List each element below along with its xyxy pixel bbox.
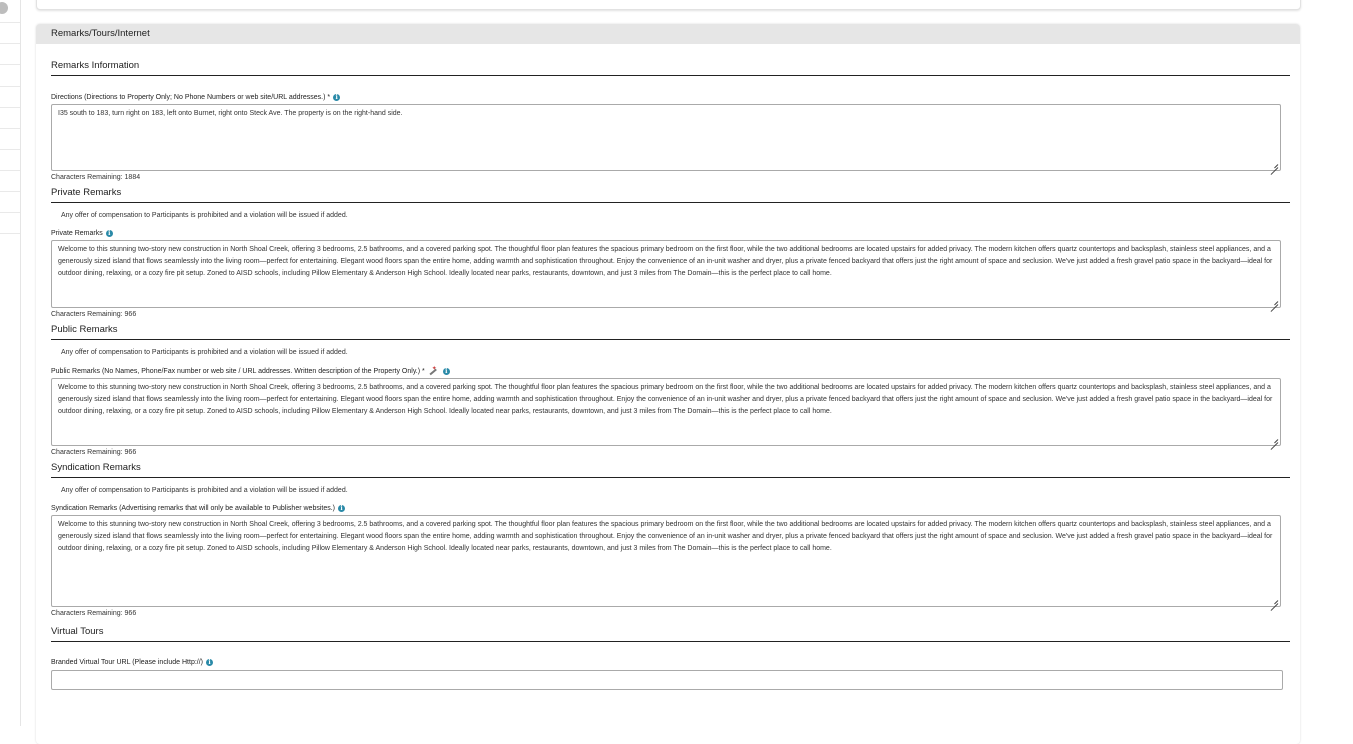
syndication-remarks-text: Welcome to this stunning two-story new c… <box>58 521 1273 552</box>
rail-divider <box>0 22 20 23</box>
syndication-remarks-textarea[interactable]: Welcome to this stunning two-story new c… <box>51 515 1281 607</box>
rail-divider <box>0 170 20 171</box>
section-title-remarks-information: Remarks Information <box>51 44 1290 76</box>
info-icon[interactable]: i <box>338 505 346 512</box>
resize-grip-icon[interactable] <box>1270 435 1278 443</box>
private-remarks-label-text: Private Remarks <box>51 230 103 237</box>
private-remarks-label: Private Remarks i <box>51 230 1290 237</box>
panel-body: Remarks Information Directions (Directio… <box>36 44 1300 690</box>
info-icon[interactable]: i <box>206 659 214 666</box>
section-title-syndication-remarks: Syndication Remarks <box>51 456 1290 478</box>
private-characters-remaining: Characters Remaining: 966 <box>51 311 137 318</box>
previous-panel-card <box>36 0 1301 10</box>
panel-header: Remarks/Tours/Internet <box>36 24 1300 44</box>
rail-divider <box>0 212 20 213</box>
info-icon[interactable]: i <box>333 94 341 101</box>
syndication-characters-remaining: Characters Remaining: 966 <box>51 610 137 617</box>
public-characters-remaining: Characters Remaining: 966 <box>51 449 137 456</box>
info-icon[interactable]: i <box>442 367 450 375</box>
directions-label: Directions (Directions to Property Only;… <box>51 94 1290 101</box>
rail-divider <box>0 149 20 150</box>
public-remarks-text: Welcome to this stunning two-story new c… <box>58 384 1273 415</box>
public-remarks-label: Public Remarks (No Names, Phone/Fax numb… <box>51 365 1290 375</box>
directions-characters-remaining: Characters Remaining: 1884 <box>51 174 141 181</box>
directions-text: I35 south to 183, turn right on 183, lef… <box>58 110 403 117</box>
left-rail <box>0 0 21 726</box>
rail-divider <box>0 64 20 65</box>
resize-grip-icon[interactable] <box>1270 596 1278 604</box>
magic-wand-icon[interactable] <box>428 365 437 375</box>
directions-label-text: Directions (Directions to Property Only;… <box>51 94 331 101</box>
resize-grip-icon[interactable] <box>1270 297 1278 305</box>
branded-tour-label: Branded Virtual Tour URL (Please include… <box>51 659 1290 666</box>
private-remarks-textarea[interactable]: Welcome to this stunning two-story new c… <box>51 240 1281 308</box>
public-remarks-textarea[interactable]: Welcome to this stunning two-story new c… <box>51 378 1281 446</box>
rail-divider <box>0 86 20 87</box>
private-compensation-notice: Any offer of compensation to Participant… <box>61 212 348 219</box>
rail-toggle-dot[interactable] <box>0 2 8 14</box>
syndication-compensation-notice: Any offer of compensation to Participant… <box>61 487 348 494</box>
remarks-panel: Remarks/Tours/Internet Remarks Informati… <box>36 24 1300 744</box>
public-compensation-notice: Any offer of compensation to Participant… <box>61 349 348 356</box>
resize-grip-icon[interactable] <box>1270 160 1278 168</box>
branded-tour-label-text: Branded Virtual Tour URL (Please include… <box>51 659 204 666</box>
private-remarks-text: Welcome to this stunning two-story new c… <box>58 246 1273 277</box>
section-title-public-remarks: Public Remarks <box>51 318 1290 340</box>
public-remarks-label-text: Public Remarks (No Names, Phone/Fax numb… <box>51 367 425 375</box>
rail-divider <box>0 233 20 234</box>
section-title-private-remarks: Private Remarks <box>51 181 1290 203</box>
rail-divider <box>0 191 20 192</box>
syndication-remarks-label-text: Syndication Remarks (Advertising remarks… <box>51 505 336 512</box>
rail-divider <box>0 128 20 129</box>
section-title-virtual-tours: Virtual Tours <box>51 617 1290 642</box>
rail-divider <box>0 107 20 108</box>
syndication-remarks-label: Syndication Remarks (Advertising remarks… <box>51 505 1290 512</box>
info-icon[interactable]: i <box>105 230 113 237</box>
directions-textarea[interactable]: I35 south to 183, turn right on 183, lef… <box>51 104 1281 171</box>
branded-tour-url-input[interactable] <box>51 670 1283 690</box>
rail-divider <box>0 43 20 44</box>
